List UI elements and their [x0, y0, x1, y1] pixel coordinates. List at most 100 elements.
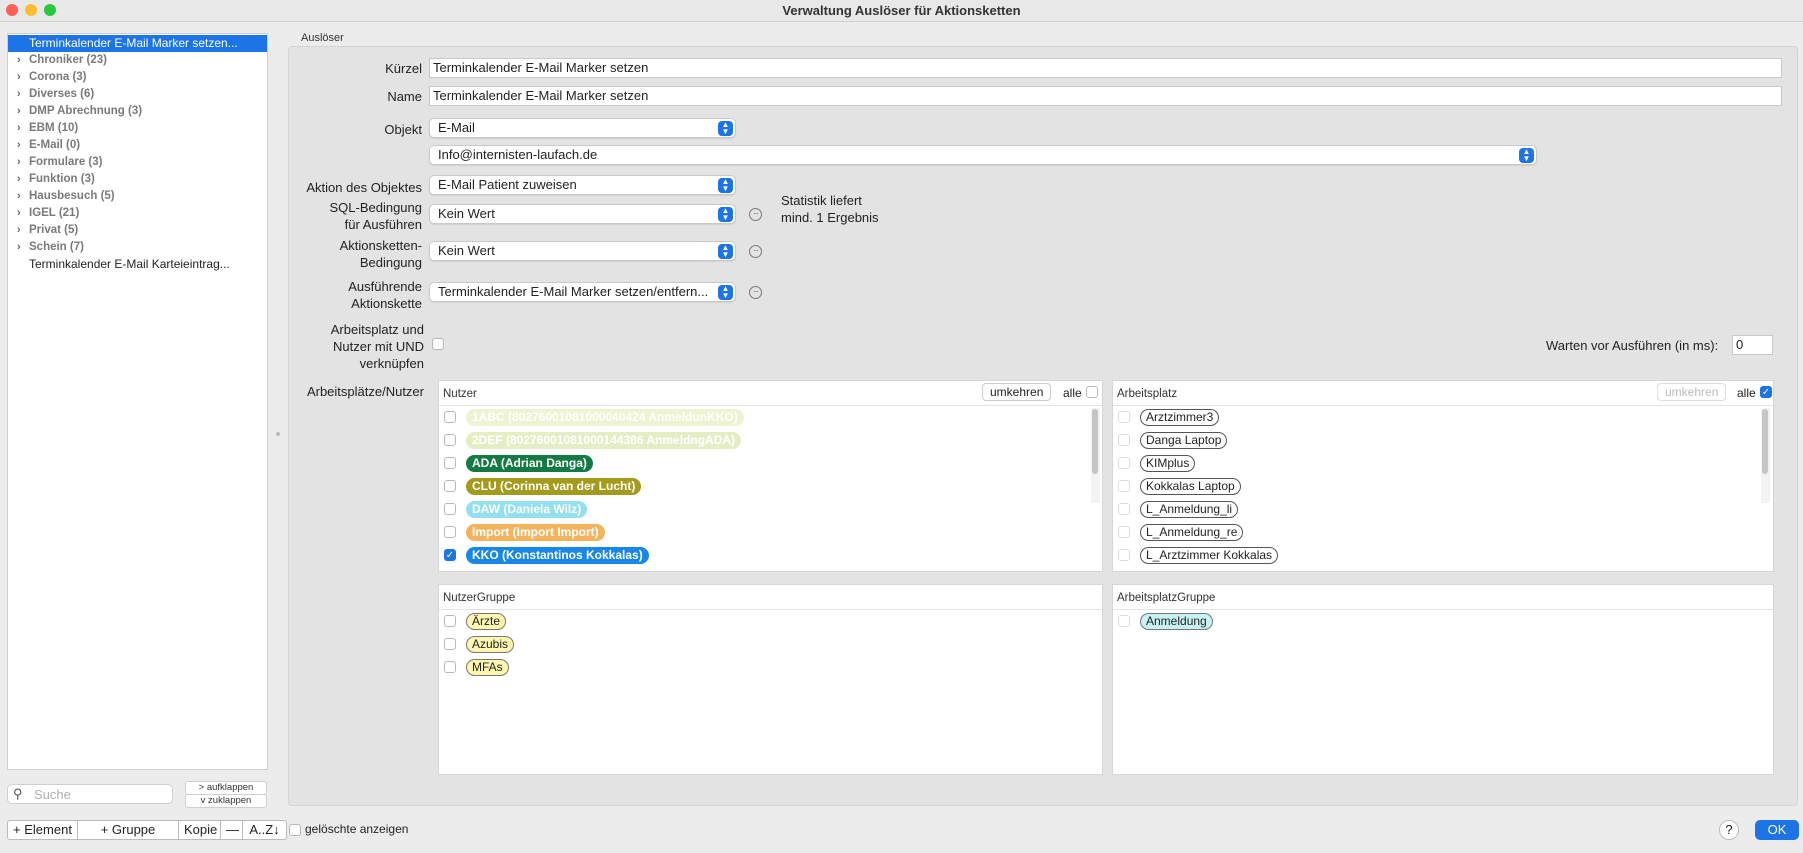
chevron-right-icon[interactable]: › — [17, 188, 21, 205]
add-group-button[interactable]: + Gruppe — [78, 821, 179, 839]
objekt-select[interactable]: E-Mail ▲ ▼ — [429, 118, 736, 138]
user-group-tag: Azubis — [466, 636, 515, 653]
nutzer-scrollbar[interactable] — [1091, 408, 1100, 503]
chevron-right-icon[interactable]: › — [17, 205, 21, 222]
aktion-label: Aktion des Objektes — [306, 180, 422, 195]
sidebar-group[interactable]: › Privat (5) — [8, 222, 267, 239]
list-item-checkbox[interactable] — [444, 661, 456, 673]
remove-button[interactable]: — — [221, 821, 243, 839]
ok-button[interactable]: OK — [1755, 820, 1799, 840]
name-field[interactable]: Terminkalender E-Mail Marker setzen — [429, 86, 1782, 106]
wait-label: Warten vor Ausführen (in ms): — [1546, 338, 1719, 353]
sql-condition-select[interactable]: Kein Wert ▲ ▼ — [429, 204, 736, 224]
list-item-checkbox[interactable]: ✓ — [444, 549, 456, 561]
chevron-updown-icon: ▲ ▼ — [718, 285, 733, 300]
sidebar-group[interactable]: › Corona (3) — [8, 69, 267, 86]
chevron-updown-icon: ▲ ▼ — [718, 244, 733, 259]
sidebar-group[interactable]: › Formulare (3) — [8, 154, 267, 171]
list-item-checkbox[interactable] — [444, 411, 456, 423]
sidebar-group[interactable]: › E-Mail (0) — [8, 137, 267, 154]
arbeitsplatz-all-label: alle — [1737, 386, 1756, 400]
arbeitsplaetze-nutzer-label: Arbeitsplätze/Nutzer — [306, 384, 424, 399]
list-item-checkbox[interactable] — [1118, 503, 1130, 515]
sidebar-group[interactable]: › Schein (7) — [8, 239, 267, 256]
arbeitsplatz-scrollbar[interactable] — [1761, 408, 1770, 503]
and-link-checkbox[interactable] — [432, 338, 444, 350]
list-item-checkbox[interactable] — [444, 457, 456, 469]
search-input[interactable]: ⚲ Suche — [7, 784, 173, 804]
sidebar-group-label: Corona (3) — [29, 71, 87, 83]
list-item-checkbox[interactable] — [444, 615, 456, 627]
list-item-checkbox[interactable] — [444, 503, 456, 515]
help-button[interactable]: ? — [1719, 820, 1739, 840]
email-account-select[interactable]: Info@internisten-laufach.de ▲ ▼ — [429, 145, 1537, 165]
aktionsketten-condition-value: Kein Wert — [438, 243, 495, 258]
chevron-right-icon[interactable]: › — [17, 154, 21, 171]
sidebar-group[interactable]: › Chroniker (23) — [8, 52, 267, 69]
arbeitsplatz-reverse-button[interactable]: umkehren — [1657, 383, 1727, 401]
nutzer-reverse-button[interactable]: umkehren — [982, 383, 1052, 401]
list-item-checkbox[interactable] — [444, 638, 456, 650]
sidebar-group[interactable]: › IGEL (21) — [8, 205, 267, 222]
more-options-icon[interactable]: ··· — [749, 245, 762, 258]
aktionsketten-condition-select[interactable]: Kein Wert ▲ ▼ — [429, 241, 736, 261]
expand-button[interactable]: > aufklappen — [185, 781, 267, 795]
sql-condition-value: Kein Wert — [438, 206, 495, 221]
list-item-checkbox[interactable] — [444, 526, 456, 538]
kuerzel-field[interactable]: Terminkalender E-Mail Marker setzen — [429, 58, 1782, 78]
list-item-checkbox[interactable] — [444, 434, 456, 446]
sidebar-group[interactable]: › EBM (10) — [8, 120, 267, 137]
workstation-tag: L_Anmeldung_re — [1140, 524, 1244, 541]
sidebar-group-label: Schein (7) — [29, 241, 84, 253]
sort-button[interactable]: A..Z↓ — [243, 821, 286, 839]
user-tag: ADA (Adrian Danga) — [466, 455, 593, 472]
list-item-checkbox[interactable] — [1118, 434, 1130, 446]
list-item-checkbox[interactable] — [1118, 457, 1130, 469]
aktion-select[interactable]: E-Mail Patient zuweisen ▲ ▼ — [429, 175, 736, 195]
executing-chain-select[interactable]: Terminkalender E-Mail Marker setzen/entf… — [429, 282, 736, 302]
chevron-right-icon[interactable]: › — [17, 239, 21, 256]
workstation-tag: KIMplus — [1140, 455, 1196, 472]
show-deleted-checkbox[interactable] — [289, 824, 301, 836]
sidebar-group-label: IGEL (21) — [29, 207, 80, 219]
workstation-group-tag: Anmeldung — [1140, 613, 1213, 630]
arbeitsplatz-panel-header: Arbeitsplatz umkehren alle ✓ — [1113, 381, 1773, 406]
chevron-right-icon[interactable]: › — [17, 120, 21, 137]
chevron-right-icon[interactable]: › — [17, 171, 21, 188]
chevron-right-icon[interactable]: › — [17, 137, 21, 154]
sidebar-group[interactable]: › DMP Abrechnung (3) — [8, 103, 267, 120]
objekt-select-value: E-Mail — [438, 120, 475, 135]
chevron-right-icon[interactable]: › — [17, 52, 21, 69]
list-item-checkbox[interactable] — [1118, 411, 1130, 423]
splitter-handle[interactable] — [276, 432, 280, 436]
collapse-button[interactable]: v zuklappen — [185, 794, 267, 808]
sql-label-line2: für Ausführen — [344, 217, 422, 232]
scrollbar-thumb[interactable] — [1092, 409, 1098, 474]
email-account-value: Info@internisten-laufach.de — [438, 147, 598, 162]
list-item-checkbox[interactable] — [1118, 480, 1130, 492]
arbeitsplatz-all-checkbox[interactable]: ✓ — [1760, 386, 1772, 398]
wait-input[interactable]: 0 — [1732, 335, 1773, 355]
sidebar-item[interactable]: Terminkalender E-Mail Karteieintrag... — [8, 256, 267, 273]
list-item-checkbox[interactable] — [1118, 526, 1130, 538]
chevron-updown-icon: ▲ ▼ — [1519, 148, 1534, 163]
list-item-checkbox[interactable] — [444, 480, 456, 492]
add-element-button[interactable]: + Element — [8, 821, 78, 839]
sidebar-item[interactable]: Terminkalender E-Mail Marker setzen... — [8, 35, 267, 52]
chevron-right-icon[interactable]: › — [17, 222, 21, 239]
scrollbar-thumb[interactable] — [1762, 409, 1768, 474]
sidebar-group[interactable]: › Hausbesuch (5) — [8, 188, 267, 205]
chevron-right-icon[interactable]: › — [17, 69, 21, 86]
copy-button[interactable]: Kopie — [179, 821, 221, 839]
chevron-right-icon[interactable]: › — [17, 103, 21, 120]
sidebar-group-label: Diverses (6) — [29, 88, 95, 100]
more-options-icon[interactable]: ··· — [749, 208, 762, 221]
sidebar-group[interactable]: › Funktion (3) — [8, 171, 267, 188]
nutzer-all-checkbox[interactable] — [1086, 386, 1098, 398]
list-item-checkbox[interactable] — [1118, 615, 1130, 627]
sidebar-group[interactable]: › Diverses (6) — [8, 86, 267, 103]
statistik-line1: Statistik liefert — [781, 193, 862, 208]
list-item-checkbox[interactable] — [1118, 549, 1130, 561]
more-options-icon[interactable]: ··· — [749, 286, 762, 299]
chevron-right-icon[interactable]: › — [17, 86, 21, 103]
